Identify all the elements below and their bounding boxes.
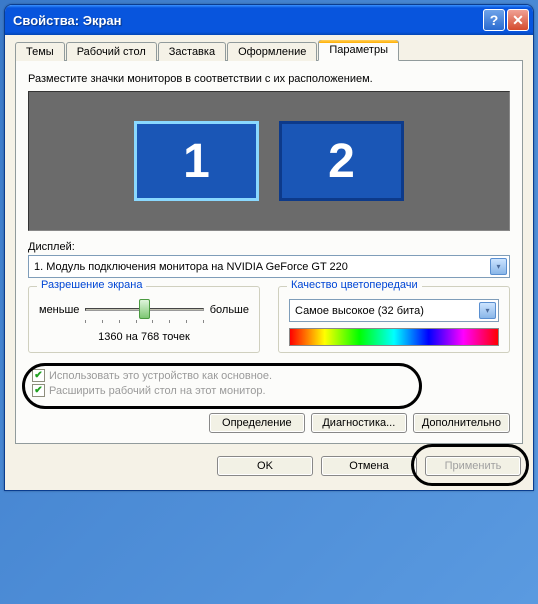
tab-appearance[interactable]: Оформление xyxy=(227,42,317,61)
primary-label: Использовать это устройство как основное… xyxy=(49,370,272,382)
display-dropdown[interactable]: 1. Модуль подключения монитора на NVIDIA… xyxy=(28,255,510,278)
apply-button[interactable]: Применить xyxy=(425,456,521,476)
tab-themes[interactable]: Темы xyxy=(15,42,65,61)
color-quality-dropdown[interactable]: Самое высокое (32 бита) ▾ xyxy=(289,299,499,322)
help-icon: ? xyxy=(490,12,499,28)
ok-button[interactable]: OK xyxy=(217,456,313,476)
settings-buttons-row: Определение Диагностика... Дополнительно xyxy=(28,413,510,433)
color-quality-value: Самое высокое (32 бита) xyxy=(292,305,479,317)
advanced-button[interactable]: Дополнительно xyxy=(413,413,510,433)
color-quality-title: Качество цветопередачи xyxy=(287,279,422,291)
monitor-2-number: 2 xyxy=(328,134,355,189)
monitor-2[interactable]: 2 xyxy=(279,121,404,201)
display-label: Дисплей: xyxy=(28,241,510,253)
troubleshoot-button[interactable]: Диагностика... xyxy=(311,413,407,433)
extend-label: Расширить рабочий стол на этот монитор. xyxy=(49,385,266,397)
slider-less-label: меньше xyxy=(39,304,79,316)
monitor-1[interactable]: 1 xyxy=(134,121,259,201)
tab-strip: Темы Рабочий стол Заставка Оформление Па… xyxy=(15,42,523,61)
close-icon: ✕ xyxy=(512,12,524,29)
resolution-title: Разрешение экрана xyxy=(37,279,146,291)
dialog-buttons-row: OK Отмена Применить xyxy=(15,456,523,480)
color-quality-group: Качество цветопередачи Самое высокое (32… xyxy=(278,286,510,353)
client-area: Темы Рабочий стол Заставка Оформление Па… xyxy=(5,35,533,490)
extend-desktop-row: ✔ Расширить рабочий стол на этот монитор… xyxy=(32,384,506,397)
identify-button[interactable]: Определение xyxy=(209,413,305,433)
tab-settings[interactable]: Параметры xyxy=(318,40,399,61)
close-button[interactable]: ✕ xyxy=(507,9,529,31)
checkbox-area: ✔ Использовать это устройство как основн… xyxy=(28,361,510,403)
help-button[interactable]: ? xyxy=(483,9,505,31)
resolution-slider[interactable] xyxy=(85,299,203,321)
resolution-group: Разрешение экрана меньше больше 1360 на … xyxy=(28,286,260,353)
display-value: 1. Модуль подключения монитора на NVIDIA… xyxy=(31,261,490,273)
color-spectrum xyxy=(289,328,499,346)
cancel-button[interactable]: Отмена xyxy=(321,456,417,476)
primary-device-row: ✔ Использовать это устройство как основн… xyxy=(32,369,506,382)
instruction-text: Разместите значки мониторов в соответств… xyxy=(28,73,510,85)
resolution-text: 1360 на 768 точек xyxy=(39,331,249,343)
slider-more-label: больше xyxy=(210,304,249,316)
monitor-1-number: 1 xyxy=(183,134,210,189)
chevron-down-icon[interactable]: ▾ xyxy=(479,302,496,319)
chevron-down-icon[interactable]: ▾ xyxy=(490,258,507,275)
monitor-arrangement[interactable]: 1 2 xyxy=(28,91,510,231)
tab-desktop[interactable]: Рабочий стол xyxy=(66,42,157,61)
window-title: Свойства: Экран xyxy=(13,13,481,28)
slider-ticks xyxy=(85,320,203,323)
display-properties-window: Свойства: Экран ? ✕ Темы Рабочий стол За… xyxy=(4,4,534,491)
titlebar[interactable]: Свойства: Экран ? ✕ xyxy=(5,5,533,35)
extend-checkbox[interactable]: ✔ xyxy=(32,384,45,397)
slider-thumb[interactable] xyxy=(139,299,150,319)
tab-screensaver[interactable]: Заставка xyxy=(158,42,226,61)
settings-pane: Разместите значки мониторов в соответств… xyxy=(15,60,523,444)
primary-checkbox[interactable]: ✔ xyxy=(32,369,45,382)
